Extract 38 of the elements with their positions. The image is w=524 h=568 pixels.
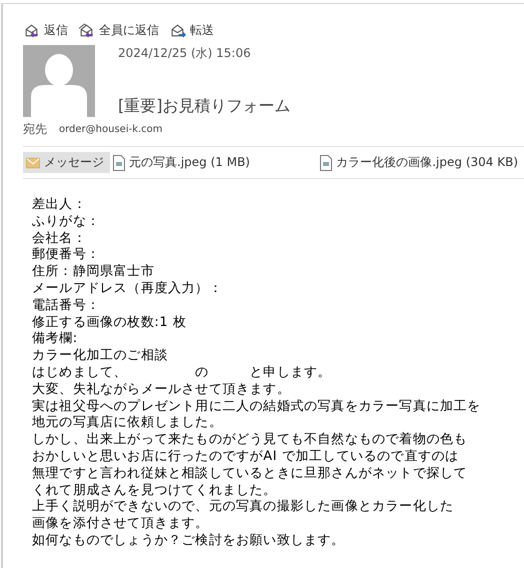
body-text-line: おかしいと思いお店に行ったのですがAI で加工しているので直すのは xyxy=(32,448,460,466)
subject-text: [重要]お見積りフォーム xyxy=(118,96,290,117)
toolbar-button[interactable]: 全員に返信 xyxy=(78,22,159,39)
avatar-icon xyxy=(23,45,95,117)
body-text-line: 電話番号： xyxy=(32,298,101,315)
forward-icon xyxy=(169,23,186,38)
reply-icon xyxy=(78,23,95,38)
body-text-line: 住所：静岡県富士市 xyxy=(32,264,155,281)
toolbar-button[interactable]: 転送 xyxy=(169,22,214,39)
body-text-line: カラー化加工のご相談 xyxy=(32,348,169,365)
recipient-address: order@housei-k.com xyxy=(59,124,163,135)
body-text-line: メールアドレス（再度入力）： xyxy=(32,280,224,298)
body-text-line: ふりがな： xyxy=(32,214,101,231)
body-text-line: 大変、失礼ながらメールさせて頂きます。 xyxy=(32,382,292,399)
attachment-tab[interactable]: 元の写真.jpeg (1 MB) xyxy=(110,152,256,173)
to-label: 宛先 xyxy=(23,121,47,138)
body-text-line: くれて朋成さんを見つけてくれました。 xyxy=(32,482,278,499)
reply-icon xyxy=(23,23,40,38)
attachment-tab[interactable]: カラー化後の画像.jpeg (304 KB) xyxy=(317,152,524,173)
body-text-line: 会社名： xyxy=(32,230,88,247)
body-text-line: 修正する画像の枚数:1 枚 xyxy=(32,314,188,331)
date-text: 2024/12/25 (水) 15:06 xyxy=(118,45,252,62)
body-text-line: しかし、出来上がって来たものがどう見ても不自然なもので着物の色も xyxy=(32,432,468,449)
body-text-line: 郵便番号： xyxy=(32,247,101,264)
body-text-line: 差出人： xyxy=(32,197,88,214)
body-text-line: 備考欄: xyxy=(32,331,79,348)
body-text-line: 上手く説明ができないので、元の写真の撮影した画像とカラー化した xyxy=(32,499,455,516)
body-text-line: 地元の写真店に依頼しました。 xyxy=(32,415,224,432)
file-icon xyxy=(113,154,125,170)
body-text-line: 画像を添付させて頂きます。 xyxy=(32,516,210,533)
body-text-line: はじめまして、 の と申します。 xyxy=(32,364,332,382)
body-text-line: 無理ですと言われ従妹と相談しているときに旦那さんがネットで探して xyxy=(32,466,468,483)
envelope-icon xyxy=(26,156,40,168)
toolbar-button[interactable]: 返信 xyxy=(23,22,68,39)
attachment-tab[interactable]: メッセージ xyxy=(23,152,110,173)
body-text-line: 如何なものでしょうか？ご検討をお願い致します。 xyxy=(32,532,346,550)
file-icon xyxy=(320,154,332,170)
body-text-line: 実は祖父母へのプレゼント用に二人の結婚式の写真をカラー写真に加工を xyxy=(32,398,482,415)
